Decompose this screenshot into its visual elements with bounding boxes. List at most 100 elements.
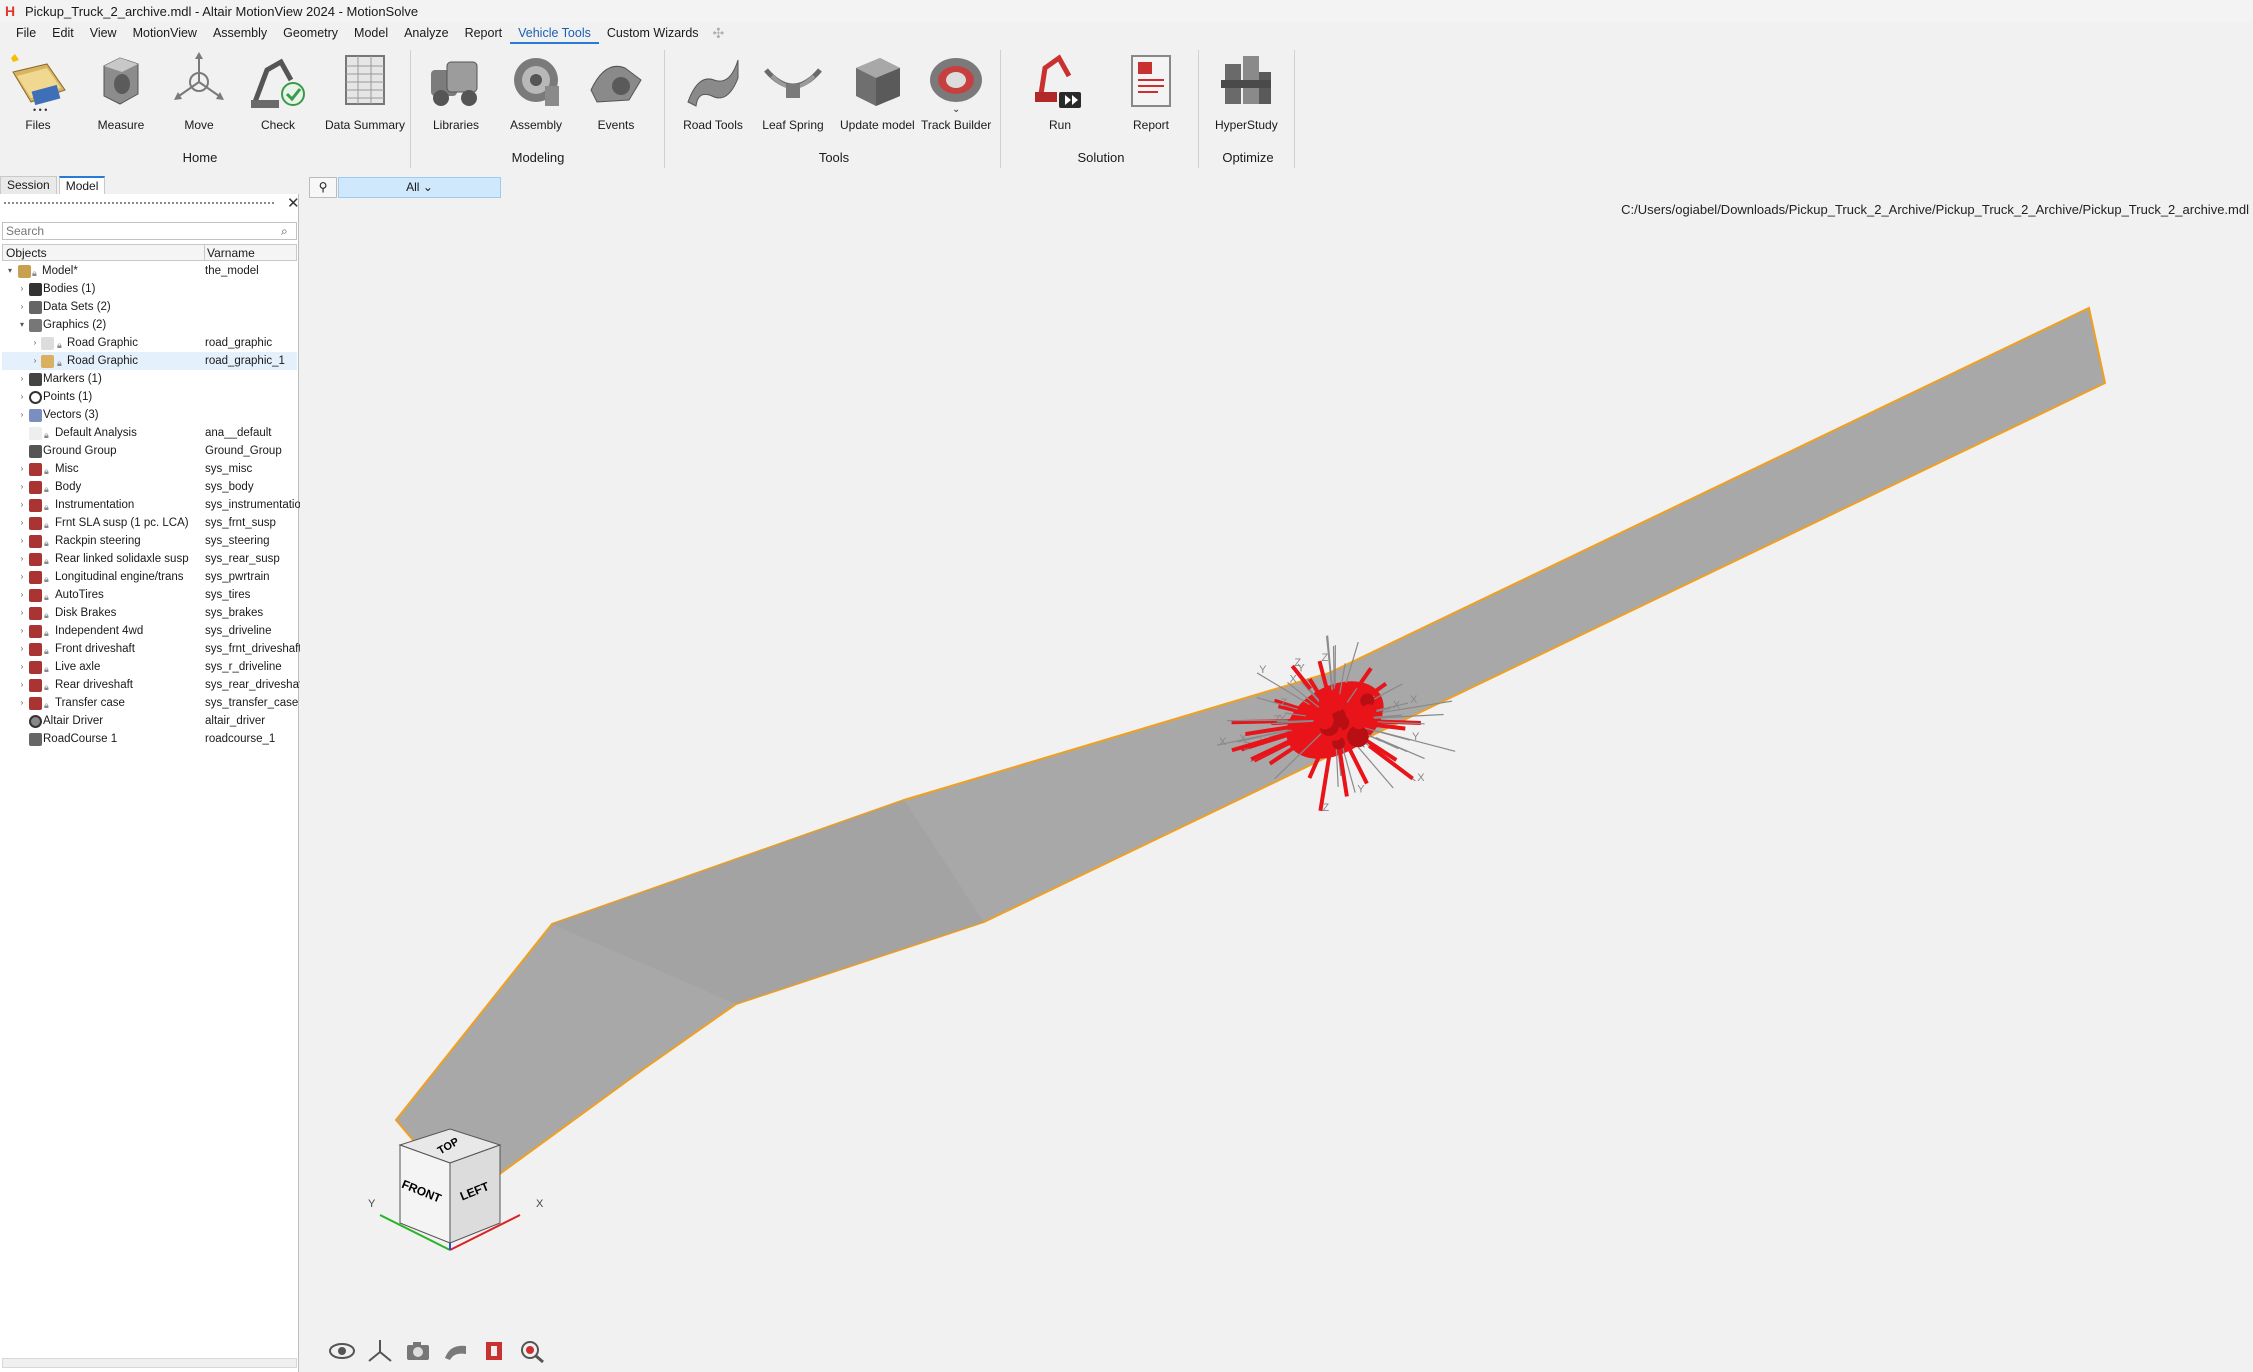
tree-row[interactable]: › Markers (1) xyxy=(2,370,297,388)
expand-icon[interactable]: › xyxy=(17,676,27,694)
expand-icon[interactable]: › xyxy=(17,298,27,316)
tree-row[interactable]: Ground Group Ground_Group xyxy=(2,442,297,460)
measure-tool[interactable]: Measure xyxy=(90,50,152,132)
tree-row[interactable]: › 🔒︎ Road Graphic road_graphic xyxy=(2,334,297,352)
tree-row[interactable]: ▾ 🔒︎ Model* the_model xyxy=(2,262,297,280)
events-tool[interactable]: Events xyxy=(585,50,647,132)
road-tools-tool[interactable]: Road Tools xyxy=(682,50,744,132)
tree-row[interactable]: › 🔒︎ Disk Brakes sys_brakes xyxy=(2,604,297,622)
files-tool[interactable]: • • • Files xyxy=(7,50,69,132)
track-builder-tool[interactable]: ⌄ Track Builder xyxy=(921,50,991,132)
expand-icon[interactable]: › xyxy=(17,586,27,604)
update-model-tool[interactable]: Update model xyxy=(840,50,915,132)
expand-icon[interactable]: ▾ xyxy=(5,262,15,280)
expand-icon[interactable]: › xyxy=(17,694,27,712)
menu-file[interactable]: File xyxy=(8,22,44,44)
tree-row[interactable]: › 🔒︎ Body sys_body xyxy=(2,478,297,496)
tree-row[interactable]: › 🔒︎ Instrumentation sys_instrumentation xyxy=(2,496,307,514)
expand-icon[interactable]: › xyxy=(17,388,27,406)
tree-row[interactable]: Altair Driver altair_driver xyxy=(2,712,297,730)
menu-motionview[interactable]: MotionView xyxy=(125,22,205,44)
libraries-tool[interactable]: Libraries xyxy=(425,50,487,132)
tree-row[interactable]: RoadCourse 1 roadcourse_1 xyxy=(2,730,297,748)
expand-icon[interactable]: › xyxy=(17,568,27,586)
check-tool[interactable]: Check xyxy=(247,50,309,132)
tree-row[interactable]: › 🔒︎ Front driveshaft sys_frnt_driveshaft xyxy=(2,640,302,658)
tree-row[interactable]: › Vectors (3) xyxy=(2,406,297,424)
expand-icon[interactable]: ▾ xyxy=(17,316,27,334)
tree-item-label: Altair Driver xyxy=(43,715,104,727)
tree-row[interactable]: › 🔒︎ Rackpin steering sys_steering xyxy=(2,532,297,550)
menu-geometry[interactable]: Geometry xyxy=(275,22,346,44)
graphics-viewport[interactable]: ZYXZYXZYXZYXZYXZYX xyxy=(300,200,2253,1372)
expand-icon[interactable]: › xyxy=(17,640,27,658)
tree-row[interactable]: › 🔒︎ Independent 4wd sys_driveline xyxy=(2,622,297,640)
add-ribbon-icon[interactable]: ✣ xyxy=(707,25,725,42)
expand-icon[interactable]: › xyxy=(17,370,27,388)
tree-row[interactable]: › 🔒︎ Rear linked solidaxle susp sys_rear_su… xyxy=(2,550,297,568)
tree-row[interactable]: › 🔒︎ Road Graphic road_graphic_1 xyxy=(2,352,297,370)
expand-icon[interactable]: › xyxy=(17,478,27,496)
menu-report[interactable]: Report xyxy=(457,22,511,44)
search-icon[interactable]: ⌕ xyxy=(281,224,288,239)
assembly-tool[interactable]: Assembly xyxy=(505,50,567,132)
tree-row[interactable]: › 🔒︎ Longitudinal engine/trans sys_pwrtrain xyxy=(2,568,297,586)
menu-analyze[interactable]: Analyze xyxy=(396,22,456,44)
tree-row[interactable]: ▾ Graphics (2) xyxy=(2,316,297,334)
tree-row[interactable]: › 🔒︎ Transfer case sys_transfer_case xyxy=(2,694,298,712)
expand-icon[interactable]: › xyxy=(17,550,27,568)
report-tool[interactable]: Report xyxy=(1120,50,1182,132)
expand-icon[interactable]: › xyxy=(17,658,27,676)
column-divider[interactable] xyxy=(204,245,205,260)
clipping-icon[interactable] xyxy=(442,1338,470,1364)
zoom-icon[interactable] xyxy=(518,1338,546,1364)
panel-grip[interactable] xyxy=(4,202,274,206)
tab-model[interactable]: Model xyxy=(58,176,106,194)
objects-column-header[interactable]: Objects xyxy=(6,246,47,260)
tree-row[interactable]: › 🔒︎ AutoTires sys_tires xyxy=(2,586,297,604)
tree-row[interactable]: › 🔒︎ Rear driveshaft sys_rear_driveshaft xyxy=(2,676,305,694)
expand-icon[interactable]: › xyxy=(30,352,40,370)
menu-custom-wizards[interactable]: Custom Wizards xyxy=(599,22,707,44)
tree-row[interactable]: 🔒︎ Default Analysis ana__default xyxy=(2,424,297,442)
expand-icon[interactable]: › xyxy=(30,334,40,352)
expand-icon[interactable]: › xyxy=(17,604,27,622)
camera-icon[interactable] xyxy=(404,1338,432,1364)
section-icon[interactable] xyxy=(480,1338,508,1364)
tree-row[interactable]: › Bodies (1) xyxy=(2,280,297,298)
expand-icon[interactable]: › xyxy=(17,496,27,514)
tree-row[interactable]: › 🔒︎ Misc sys_misc xyxy=(2,460,297,478)
tab-session[interactable]: Session xyxy=(0,176,57,194)
eye-icon[interactable] xyxy=(328,1338,356,1364)
tree-item-varname: sys_rear_driveshaft xyxy=(205,679,306,691)
tree-row[interactable]: › Points (1) xyxy=(2,388,297,406)
menu-vehicle-tools[interactable]: Vehicle Tools xyxy=(510,22,599,44)
expand-icon[interactable]: › xyxy=(17,514,27,532)
menu-model[interactable]: Model xyxy=(346,22,396,44)
tree-row[interactable]: › 🔒︎ Live axle sys_r_driveline xyxy=(2,658,297,676)
horizontal-scrollbar[interactable] xyxy=(2,1358,297,1368)
varname-column-header[interactable]: Varname xyxy=(207,246,255,260)
filter-button[interactable]: ⚲ xyxy=(309,177,337,198)
tree-row[interactable]: › 🔒︎ Frnt SLA susp (1 pc. LCA) sys_frnt_sus… xyxy=(2,514,297,532)
axes-icon[interactable] xyxy=(366,1338,394,1364)
data-summary-tool[interactable]: Data Summary xyxy=(325,50,405,132)
expand-icon[interactable]: › xyxy=(17,280,27,298)
run-tool[interactable]: Run xyxy=(1029,50,1091,132)
expand-icon[interactable]: › xyxy=(17,622,27,640)
leaf-spring-tool[interactable]: Leaf Spring xyxy=(762,50,824,132)
expand-icon[interactable]: › xyxy=(17,460,27,478)
close-icon[interactable]: ✕ xyxy=(287,194,300,212)
menu-assembly[interactable]: Assembly xyxy=(205,22,275,44)
move-tool[interactable]: Move xyxy=(168,50,230,132)
view-cube[interactable]: TOP FRONT LEFT Y X xyxy=(360,1115,560,1265)
menu-edit[interactable]: Edit xyxy=(44,22,82,44)
expand-icon[interactable]: › xyxy=(17,406,27,424)
search-input[interactable] xyxy=(2,222,297,240)
hyperstudy-tool[interactable]: HyperStudy xyxy=(1215,50,1278,132)
tree-row[interactable]: › Data Sets (2) xyxy=(2,298,297,316)
expand-icon[interactable]: › xyxy=(17,532,27,550)
menu-view[interactable]: View xyxy=(82,22,125,44)
filter-select[interactable]: All ⌄ xyxy=(338,177,501,198)
road-graphic[interactable] xyxy=(394,306,2107,1202)
